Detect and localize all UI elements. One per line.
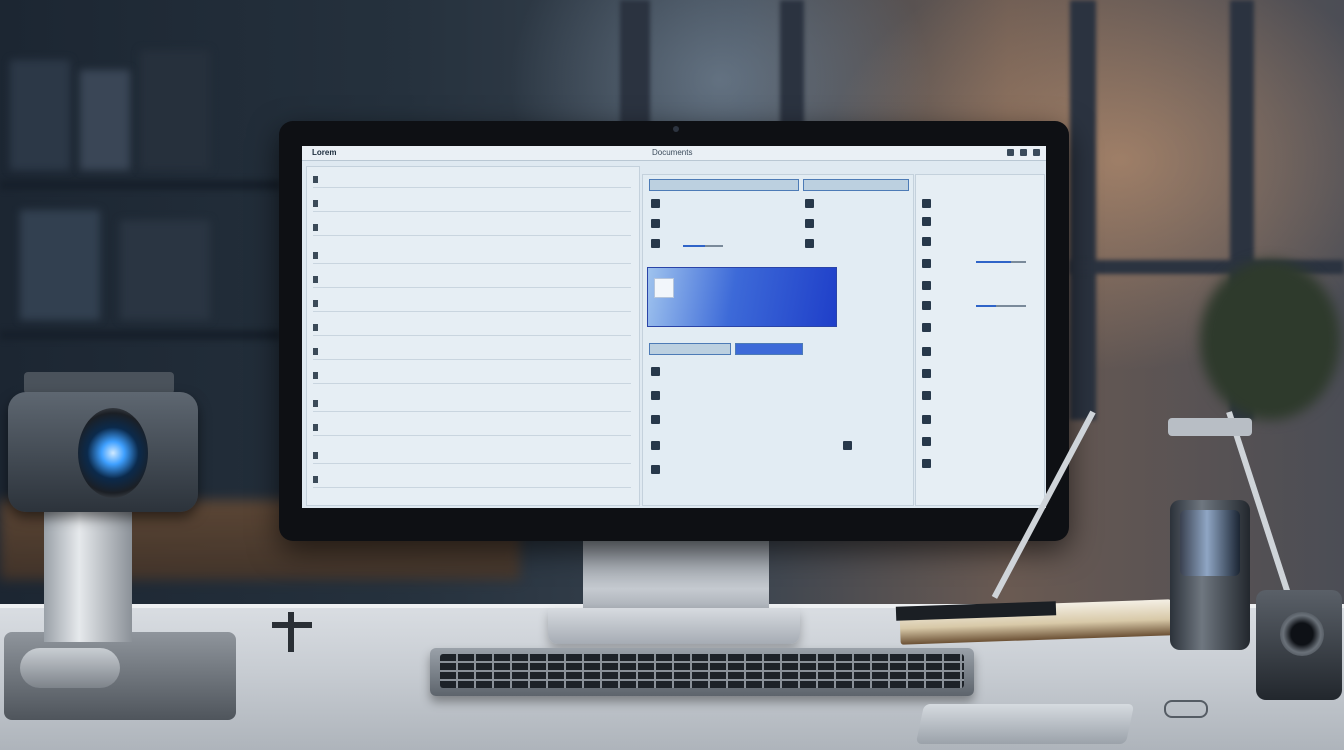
checkbox-icon[interactable] [651, 391, 660, 400]
checkbox-icon[interactable] [805, 219, 814, 228]
book [20, 210, 100, 320]
checkbox-icon[interactable] [922, 323, 931, 332]
row-marker-icon [313, 276, 318, 284]
mini-slider[interactable] [976, 305, 1026, 307]
close-icon[interactable] [1033, 149, 1040, 156]
tab-header[interactable] [803, 179, 909, 191]
webcam-icon [673, 126, 679, 132]
book [120, 220, 210, 320]
checkbox-icon[interactable] [922, 437, 931, 446]
row-marker-icon [313, 424, 318, 432]
list-row[interactable] [313, 271, 631, 288]
checkbox-icon[interactable] [805, 199, 814, 208]
window-title: Documents [652, 148, 693, 157]
mini-slider[interactable] [976, 261, 1026, 263]
list-pane [306, 166, 640, 506]
window-frame [1070, 0, 1096, 420]
list-row[interactable] [313, 395, 631, 412]
checkbox-icon[interactable] [922, 369, 931, 378]
properties-pane [915, 174, 1045, 506]
photo-scene: Lorem Documents [0, 0, 1344, 750]
tab-header[interactable] [649, 179, 799, 191]
checkbox-icon[interactable] [922, 347, 931, 356]
row-marker-icon [313, 400, 318, 408]
checkbox-icon[interactable] [651, 367, 660, 376]
list-row[interactable] [313, 343, 631, 360]
checkbox-icon[interactable] [922, 391, 931, 400]
app-title: Lorem [312, 148, 337, 157]
checkbox-icon[interactable] [922, 237, 931, 246]
camera-stand-ring [20, 648, 120, 688]
keyboard [430, 648, 974, 696]
camera-stand-pole [44, 510, 132, 642]
row-marker-icon [313, 348, 318, 356]
camera-top-rig [24, 372, 174, 394]
list-row[interactable] [313, 419, 631, 436]
cylinder-panel [1180, 510, 1240, 576]
list-row[interactable] [313, 171, 631, 188]
tab-button[interactable] [649, 343, 731, 355]
device-lens [1280, 612, 1324, 656]
checkbox-icon[interactable] [922, 415, 931, 424]
keyboard-keys [440, 654, 964, 688]
checkbox-icon[interactable] [922, 459, 931, 468]
checkbox-icon[interactable] [922, 217, 931, 226]
window-controls [1007, 149, 1040, 156]
row-marker-icon [313, 224, 318, 232]
row-marker-icon [313, 252, 318, 260]
mini-slider[interactable] [683, 245, 723, 247]
list-row[interactable] [313, 319, 631, 336]
list-row[interactable] [313, 367, 631, 384]
checkbox-icon[interactable] [922, 301, 931, 310]
monitor-stand-base [548, 608, 800, 644]
checkbox-icon[interactable] [843, 441, 852, 450]
detail-pane [642, 174, 914, 506]
row-marker-icon [313, 324, 318, 332]
screen-titlebar: Lorem Documents [302, 146, 1046, 161]
checkbox-icon[interactable] [805, 239, 814, 248]
list-row[interactable] [313, 447, 631, 464]
shelf [0, 330, 280, 340]
list-row[interactable] [313, 219, 631, 236]
row-marker-icon [313, 372, 318, 380]
minimize-icon[interactable] [1007, 149, 1014, 156]
list-row[interactable] [313, 247, 631, 264]
list-row[interactable] [313, 195, 631, 212]
shelf [0, 180, 280, 190]
tablet [915, 704, 1135, 744]
book [80, 70, 130, 170]
window-frame [620, 0, 650, 130]
row-marker-icon [313, 176, 318, 184]
tab-button-active[interactable] [735, 343, 803, 355]
checkbox-icon[interactable] [651, 239, 660, 248]
maximize-icon[interactable] [1020, 149, 1027, 156]
monitor-screen: Lorem Documents [302, 146, 1046, 508]
book [10, 60, 70, 170]
plant [1200, 260, 1340, 420]
checkbox-icon[interactable] [651, 415, 660, 424]
checkbox-icon[interactable] [651, 441, 660, 450]
robot-arm-head [1168, 418, 1252, 436]
list-row[interactable] [313, 295, 631, 312]
small-tool [268, 612, 316, 664]
selected-file-preview[interactable] [647, 267, 837, 327]
row-marker-icon [313, 300, 318, 308]
checkbox-icon[interactable] [651, 219, 660, 228]
book [140, 50, 210, 170]
file-icon [654, 278, 674, 298]
checkbox-icon[interactable] [922, 199, 931, 208]
row-marker-icon [313, 476, 318, 484]
row-marker-icon [313, 452, 318, 460]
checkbox-icon[interactable] [651, 465, 660, 474]
checkbox-icon[interactable] [922, 281, 931, 290]
paper-clip [1164, 700, 1208, 718]
camera-lens [78, 408, 148, 498]
checkbox-icon[interactable] [651, 199, 660, 208]
window-frame [780, 0, 804, 130]
row-marker-icon [313, 200, 318, 208]
list-row[interactable] [313, 471, 631, 488]
checkbox-icon[interactable] [922, 259, 931, 268]
